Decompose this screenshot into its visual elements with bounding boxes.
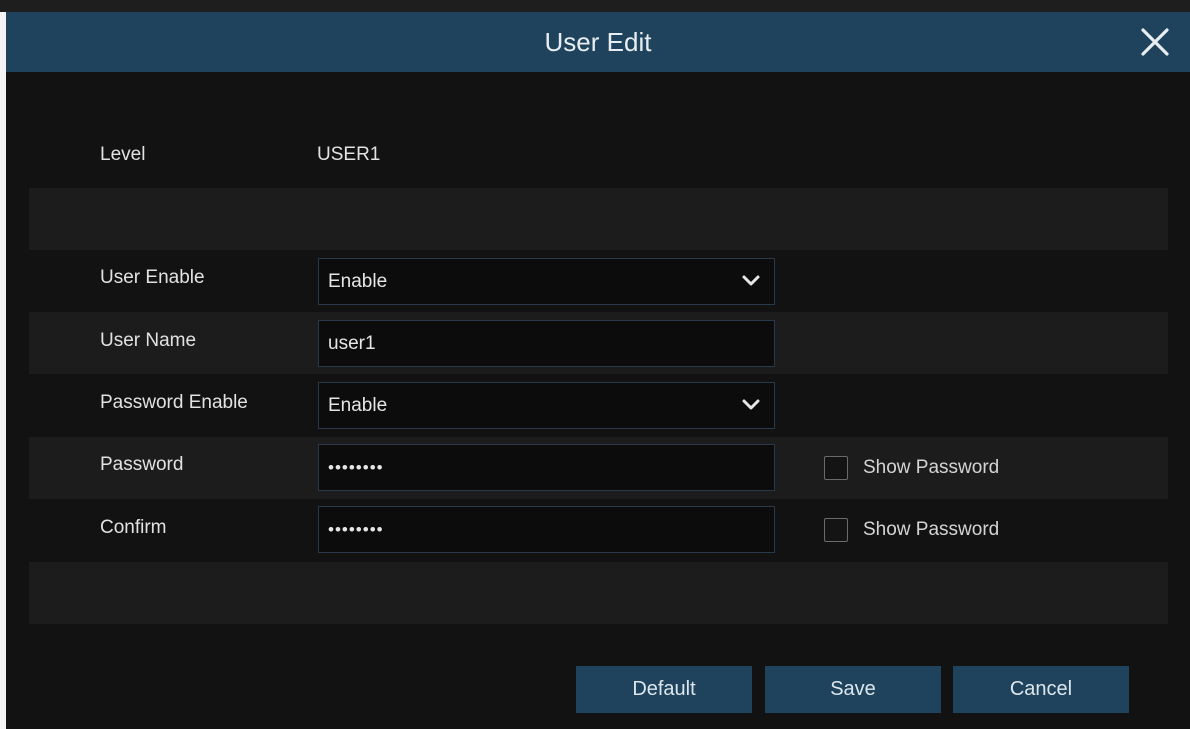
default-button[interactable]: Default — [576, 666, 752, 713]
password-masked-value: •••••••• — [328, 458, 384, 477]
save-button[interactable]: Save — [765, 666, 941, 713]
password-input[interactable]: •••••••• — [318, 444, 775, 491]
confirm-masked-value: •••••••• — [328, 520, 384, 539]
close-icon — [1141, 28, 1169, 56]
user-enable-label: User Enable — [100, 267, 205, 288]
cancel-button[interactable]: Cancel — [953, 666, 1129, 713]
user-name-label: User Name — [100, 330, 197, 351]
background-window-strip — [0, 0, 1190, 12]
password-enable-label: Password Enable — [100, 392, 248, 413]
password-enable-select[interactable]: Enable — [318, 382, 775, 429]
user-edit-dialog: User Edit Level USER1 User Enable Enable… — [6, 12, 1190, 729]
level-value: USER1 — [317, 144, 381, 165]
show-password-label: Show Password — [863, 457, 1000, 478]
dialog-title: User Edit — [544, 27, 652, 57]
level-label: Level — [100, 144, 146, 165]
confirm-label: Confirm — [100, 517, 167, 538]
dialog-titlebar: User Edit — [6, 12, 1190, 72]
show-password-checkbox[interactable] — [824, 456, 848, 480]
password-label: Password — [100, 454, 184, 475]
confirm-password-input[interactable]: •••••••• — [318, 506, 775, 553]
user-name-input[interactable]: user1 — [318, 320, 775, 367]
show-password-toggle[interactable]: Show Password — [824, 454, 999, 482]
user-name-value: user1 — [328, 333, 376, 354]
confirm-show-password-label: Show Password — [863, 519, 1000, 540]
chevron-down-icon — [742, 399, 760, 410]
password-enable-selected-value: Enable — [328, 395, 388, 416]
user-enable-select[interactable]: Enable — [318, 258, 775, 305]
close-button[interactable] — [1138, 25, 1172, 59]
confirm-show-password-checkbox[interactable] — [824, 518, 848, 542]
chevron-down-icon — [742, 275, 760, 286]
user-enable-selected-value: Enable — [328, 271, 388, 292]
spacer-row — [29, 188, 1168, 250]
confirm-show-password-toggle[interactable]: Show Password — [824, 516, 999, 544]
spacer-row — [29, 562, 1168, 624]
